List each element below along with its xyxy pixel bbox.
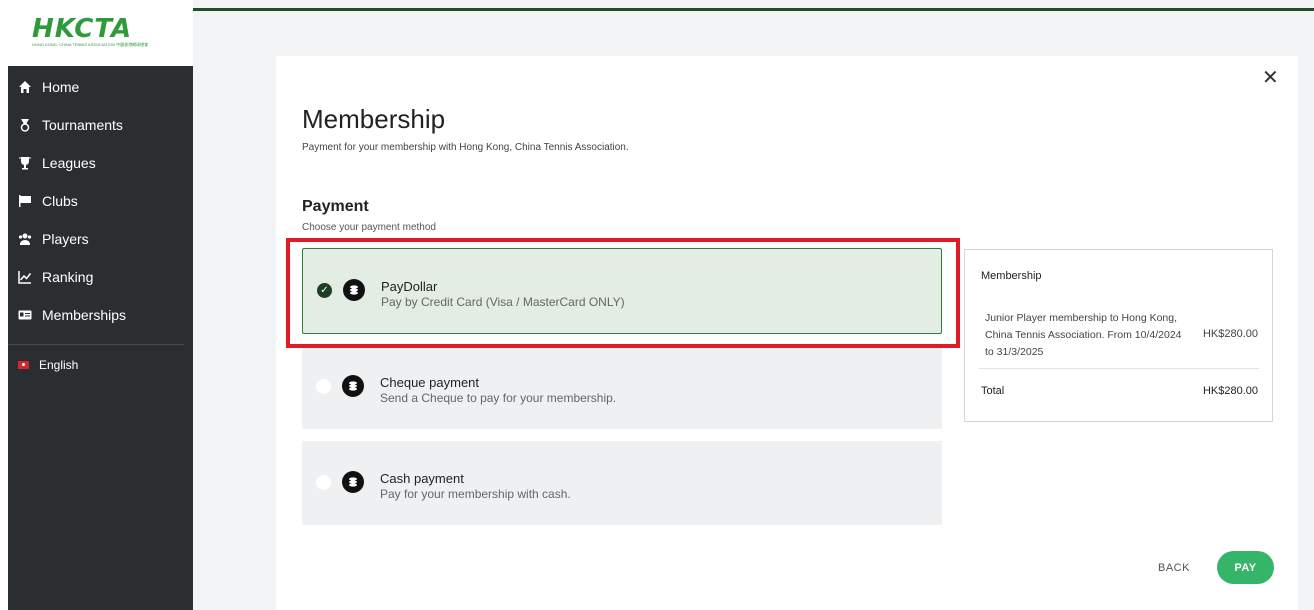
- logo-subtext: HONG KONG, CHINA TENNIS ASSOCIATION 中國香港…: [32, 42, 149, 47]
- check-circle-icon[interactable]: ✓: [317, 283, 332, 298]
- option-description: Pay for your membership with cash.: [380, 487, 571, 501]
- medal-icon: [18, 118, 32, 132]
- option-description: Send a Cheque to pay for your membership…: [380, 391, 617, 405]
- flag-icon: [18, 194, 32, 208]
- option-description: Pay by Credit Card (Visa / MasterCard ON…: [381, 295, 625, 309]
- sidebar-item-label: Home: [42, 79, 80, 95]
- option-name: Cheque payment: [380, 375, 480, 390]
- sidebar-item-label: Leagues: [42, 155, 96, 171]
- option-name: PayDollar: [381, 279, 438, 294]
- summary-item-description: Junior Player membership to Hong Kong, C…: [985, 312, 1182, 358]
- language-label: English: [39, 358, 79, 372]
- hkcta-logo[interactable]: HKCTA HONG KONG, CHINA TENNIS ASSOCIATIO…: [32, 14, 167, 47]
- payment-option-cheque[interactable]: Cheque payment Send a Cheque to pay for …: [302, 345, 942, 429]
- coins-icon: [342, 471, 364, 493]
- hong-kong-flag-icon: [18, 361, 29, 369]
- payment-option-cash[interactable]: Cash payment Pay for your membership wit…: [302, 441, 942, 525]
- sidebar-item-ranking[interactable]: Ranking: [8, 258, 193, 296]
- sidebar-item-label: Clubs: [42, 193, 78, 209]
- summary-total-value: HK$280.00: [1202, 385, 1258, 397]
- coins-icon: [342, 375, 364, 397]
- back-button[interactable]: BACK: [1158, 562, 1190, 574]
- language-switch[interactable]: English: [8, 358, 78, 372]
- sidebar-item-players[interactable]: Players: [8, 220, 193, 258]
- sidebar-item-label: Tournaments: [42, 117, 123, 133]
- sidebar-item-tournaments[interactable]: Tournaments: [8, 106, 193, 144]
- sidebar-item-leagues[interactable]: Leagues: [8, 144, 193, 182]
- summary-total-label: Total: [981, 385, 1005, 397]
- logo-text: HKCTA: [32, 14, 133, 44]
- payment-subheading: Choose your payment method: [302, 222, 436, 233]
- users-icon: [18, 232, 32, 246]
- page-subtitle: Payment for your membership with Hong Ko…: [302, 142, 629, 153]
- id-card-icon: [18, 308, 32, 322]
- close-icon[interactable]: ✕: [1262, 68, 1279, 88]
- pay-button[interactable]: PAY: [1217, 551, 1274, 584]
- logo-area: HKCTA HONG KONG, CHINA TENNIS ASSOCIATIO…: [0, 0, 193, 66]
- sidebar-item-label: Ranking: [42, 269, 94, 285]
- sidebar-item-clubs[interactable]: Clubs: [8, 182, 193, 220]
- home-icon: [18, 80, 32, 94]
- page-title: Membership: [302, 104, 446, 134]
- sidebar-item-home[interactable]: Home: [8, 68, 193, 106]
- payment-option-paydollar[interactable]: ✓ PayDollar Pay by Credit Card (Visa / M…: [302, 248, 942, 334]
- payment-heading: Payment: [302, 198, 369, 215]
- sidebar-item-memberships[interactable]: Memberships: [8, 296, 193, 334]
- sidebar-divider: [8, 344, 184, 345]
- order-summary: Membership Junior Player membership to H…: [964, 249, 1273, 422]
- radio-button[interactable]: [316, 475, 331, 490]
- sidebar-item-label: Memberships: [42, 307, 127, 323]
- summary-item-price: HK$280.00: [1202, 328, 1258, 340]
- trophy-icon: [18, 156, 32, 170]
- chart-line-icon: [18, 270, 32, 284]
- top-accent-bar: [193, 8, 1314, 11]
- summary-heading: Membership: [981, 270, 1042, 282]
- summary-divider: [979, 368, 1259, 369]
- coins-icon: [343, 279, 365, 301]
- sidebar-item-label: Players: [42, 231, 89, 247]
- option-name: Cash payment: [380, 471, 464, 486]
- radio-button[interactable]: [316, 379, 331, 394]
- sidebar: Home Tournaments Leagues Clubs Players R…: [8, 66, 193, 610]
